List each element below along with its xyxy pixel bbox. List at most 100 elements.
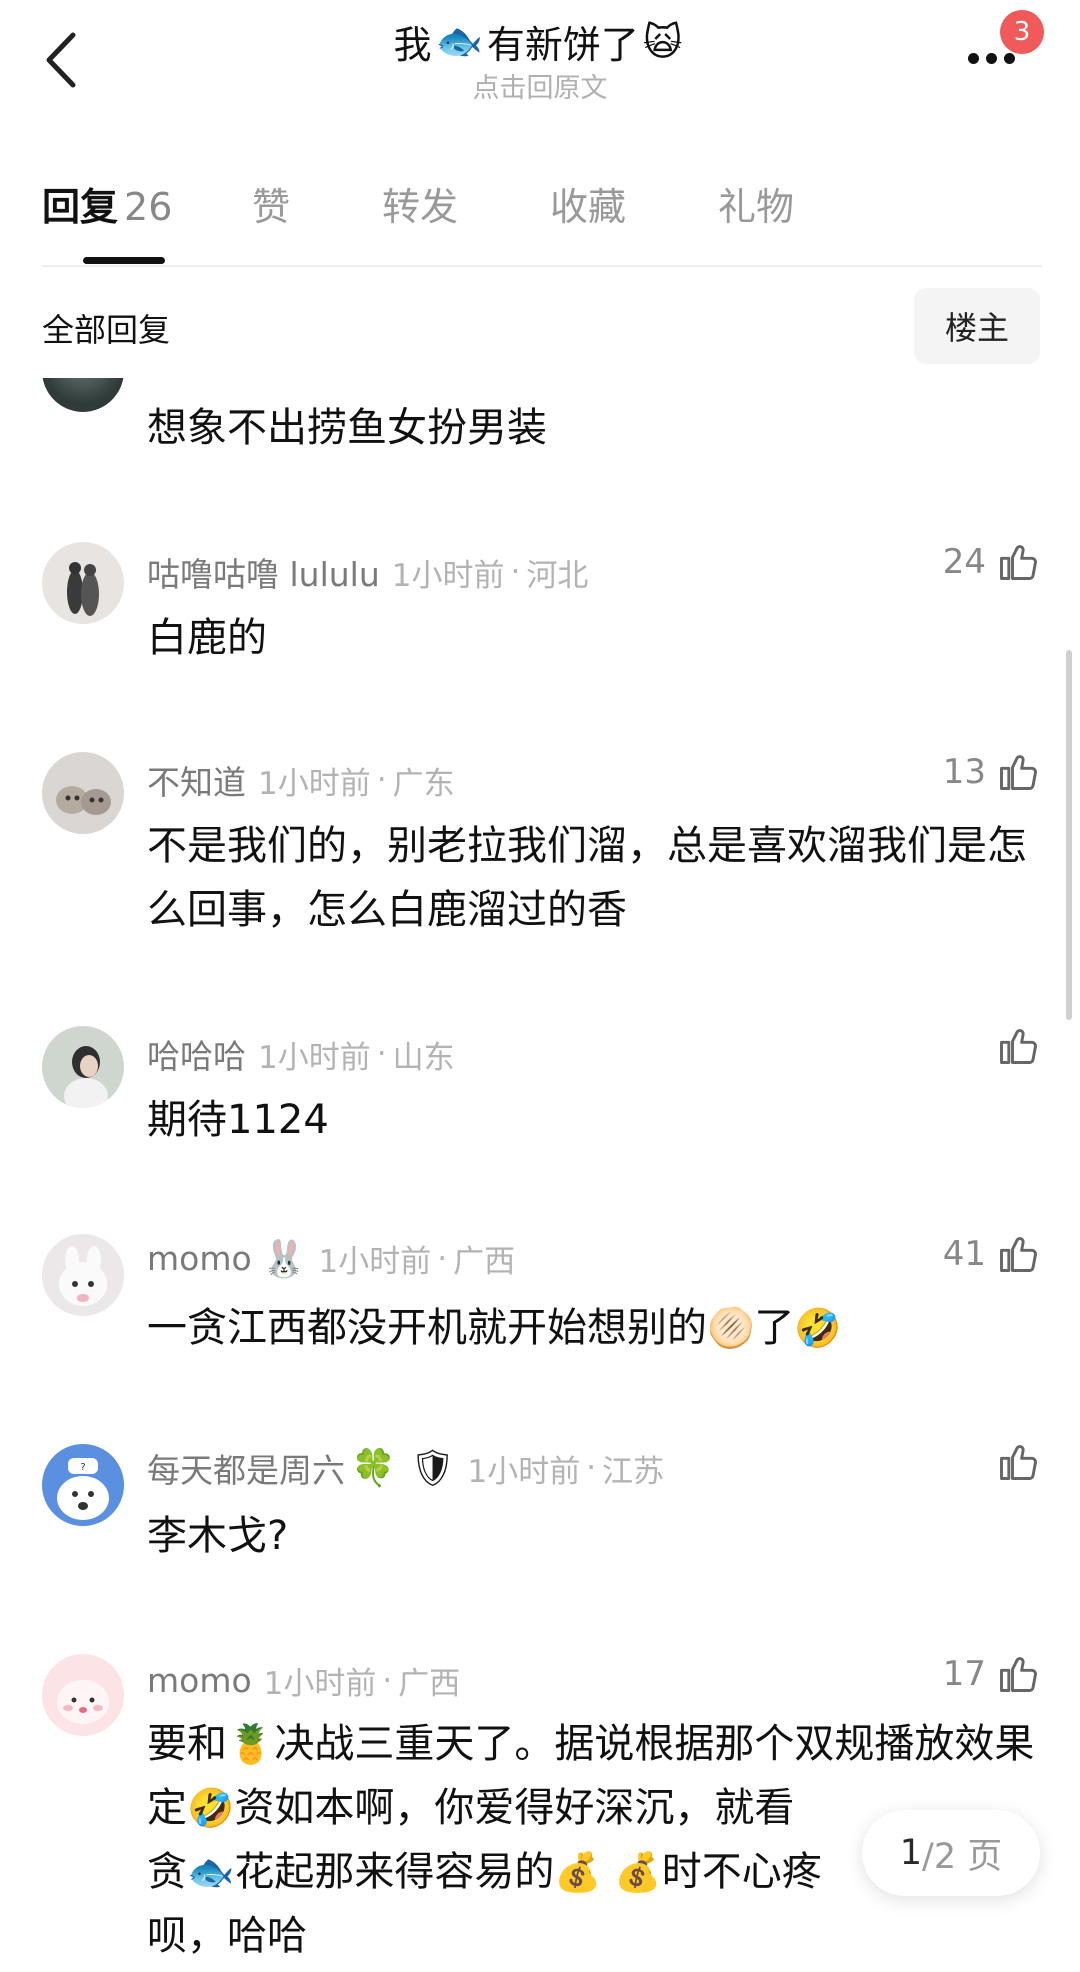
avatar[interactable] bbox=[42, 1026, 124, 1108]
thumbs-up-icon bbox=[1000, 545, 1037, 580]
rofl-face-icon: 🤣 bbox=[187, 1786, 235, 1830]
comment-text: 想象不出捞鱼女扮男装 bbox=[147, 405, 547, 451]
title-text-1: 我 bbox=[393, 23, 432, 67]
thumbs-up-icon bbox=[1000, 1657, 1037, 1692]
separator-dot: · bbox=[382, 1662, 393, 1699]
like-button[interactable] bbox=[986, 1440, 1040, 1484]
comment-header: momo 1小时前 · 广西 bbox=[147, 1658, 460, 1703]
thumbs-up-icon bbox=[1000, 1237, 1037, 1272]
avatar[interactable] bbox=[42, 542, 124, 624]
tab-gifts[interactable]: 礼物 bbox=[718, 176, 848, 231]
comment-text-part: 了 bbox=[754, 1305, 795, 1351]
comment-header: momo 🐰 1小时前 · 广西 bbox=[147, 1236, 515, 1281]
comment-time: 1小时前 bbox=[263, 1666, 377, 1702]
comment-time: 1小时前 bbox=[467, 1453, 581, 1490]
comment-text: 一贪江西都没开机就开始想别的🫓了🤣 bbox=[147, 1296, 1037, 1360]
avatar[interactable] bbox=[42, 752, 124, 834]
tab-replies-count: 26 bbox=[124, 185, 173, 229]
username[interactable]: 咕噜咕噜 lululu bbox=[147, 548, 380, 596]
separator-dot: · bbox=[510, 554, 521, 590]
username[interactable]: 不知道 bbox=[147, 756, 246, 804]
avatar[interactable] bbox=[42, 1234, 124, 1316]
rofl-face-icon: 🤣 bbox=[794, 1306, 842, 1350]
active-tab-indicator bbox=[83, 257, 165, 264]
more-dots-icon bbox=[986, 53, 997, 64]
comment-text-part: 一贪江西都没开机就开始想别的 bbox=[147, 1305, 707, 1351]
thumbs-up-icon bbox=[1000, 1445, 1037, 1480]
member-badge-icon: 🛡 bbox=[409, 1448, 456, 1489]
fish-icon: 🐟 bbox=[187, 1850, 235, 1894]
separator-dot: · bbox=[437, 1240, 448, 1277]
more-dots-icon bbox=[968, 53, 979, 64]
comment-time: 1小时前 bbox=[258, 1039, 371, 1076]
tab-bar: 回复 26 赞 转发 收藏 礼物 bbox=[42, 176, 848, 231]
thumbs-up-icon bbox=[1000, 755, 1037, 790]
back-to-original-link[interactable]: 点击回原文 bbox=[0, 66, 1080, 105]
comment-header: 不知道 1小时前 · 广东 bbox=[147, 756, 455, 804]
avatar[interactable]: ? bbox=[42, 1444, 124, 1526]
current-page: 1 bbox=[899, 1833, 923, 1873]
comment-text: 白鹿的 bbox=[147, 615, 267, 661]
username[interactable]: 每天都是周六 bbox=[147, 1444, 345, 1492]
comment-header: 咕噜咕噜 lululu 1小时前 · 河北 bbox=[147, 548, 588, 596]
clover-icon: 🍀 bbox=[351, 1448, 396, 1489]
money-bag-icon: 💰 bbox=[554, 1850, 602, 1894]
tab-reposts[interactable]: 转发 bbox=[382, 176, 550, 231]
comment-text: 期待1124 bbox=[147, 1097, 329, 1143]
comment-text-part: 花起那来得容易的 bbox=[234, 1849, 555, 1895]
username[interactable]: 哈哈哈 bbox=[147, 1030, 246, 1078]
more-dots-icon bbox=[1004, 53, 1015, 64]
total-pages: /2 页 bbox=[922, 1836, 1003, 1877]
fish-icon: 🐟 bbox=[435, 19, 483, 63]
like-button[interactable]: 13 bbox=[943, 750, 1040, 794]
like-count: 13 bbox=[942, 752, 986, 792]
username[interactable]: momo bbox=[147, 1661, 252, 1700]
tab-replies[interactable]: 回复 26 bbox=[42, 176, 252, 231]
title-text-2: 有新饼了 bbox=[486, 23, 639, 67]
like-button[interactable]: 41 bbox=[943, 1232, 1040, 1276]
comment-time: 1小时前 bbox=[391, 557, 505, 594]
comment-header: 哈哈哈 1小时前 · 山东 bbox=[147, 1030, 455, 1078]
money-bag-icon: 💰 bbox=[614, 1850, 662, 1894]
page-title: 我 🐟 有新饼了 🙀 bbox=[0, 14, 1080, 69]
pineapple-icon: 🍍 bbox=[227, 1722, 275, 1766]
bunny-icon: 🐰 bbox=[261, 1238, 307, 1280]
comment-time: 1小时前 bbox=[318, 1244, 432, 1280]
comment-region: 广西 bbox=[453, 1244, 516, 1280]
username[interactable]: momo bbox=[147, 1239, 252, 1278]
comment-text-part: 时不心疼 bbox=[661, 1849, 822, 1895]
screaming-cat-icon: 🙀 bbox=[642, 19, 683, 64]
page-indicator[interactable]: 1/2 页 bbox=[862, 1810, 1040, 1896]
notification-badge: 3 bbox=[1000, 10, 1044, 54]
thumbs-up-icon bbox=[1000, 1029, 1037, 1064]
divider bbox=[42, 265, 1042, 267]
tab-likes[interactable]: 赞 bbox=[252, 176, 382, 231]
comment-region: 广西 bbox=[398, 1666, 461, 1702]
comment-text-part: 呗，哈哈 bbox=[147, 1913, 307, 1959]
avatar[interactable] bbox=[42, 1654, 124, 1736]
tab-favorites[interactable]: 收藏 bbox=[550, 176, 718, 231]
like-count: 24 bbox=[942, 542, 986, 582]
comment-text-part: 要和 bbox=[147, 1721, 227, 1767]
like-button[interactable] bbox=[986, 1024, 1040, 1068]
like-button[interactable]: 17 bbox=[943, 1652, 1040, 1696]
all-replies-label: 全部回复 bbox=[42, 311, 171, 349]
comment-text-part: 资如本啊，你爱得好深沉，就看 bbox=[234, 1785, 795, 1831]
comment-region: 山东 bbox=[392, 1039, 455, 1076]
comment-text: 不是我们的，别老拉我们溜，总是喜欢溜我们是怎么回事，怎么白鹿溜过的香 bbox=[147, 823, 1027, 933]
svg-text:?: ? bbox=[80, 1462, 85, 1473]
like-count: 41 bbox=[942, 1234, 986, 1274]
owner-filter-button[interactable]: 楼主 bbox=[914, 288, 1040, 364]
separator-dot: · bbox=[586, 1450, 597, 1486]
like-button[interactable]: 24 bbox=[943, 540, 1040, 584]
separator-dot: · bbox=[376, 1036, 387, 1072]
comment-region: 广东 bbox=[392, 765, 455, 802]
comment-time: 1小时前 bbox=[258, 765, 371, 802]
comment-text: 李木戈? bbox=[147, 1513, 289, 1559]
scrollbar[interactable] bbox=[1066, 650, 1072, 1020]
separator-dot: · bbox=[376, 762, 387, 798]
comment-region: 河北 bbox=[526, 557, 589, 594]
flatbread-icon: 🫓 bbox=[707, 1306, 755, 1350]
comment-header: 每天都是周六 🍀 🛡 1小时前 · 江苏 bbox=[147, 1444, 664, 1492]
comment-text-part: 贪 bbox=[147, 1849, 187, 1895]
